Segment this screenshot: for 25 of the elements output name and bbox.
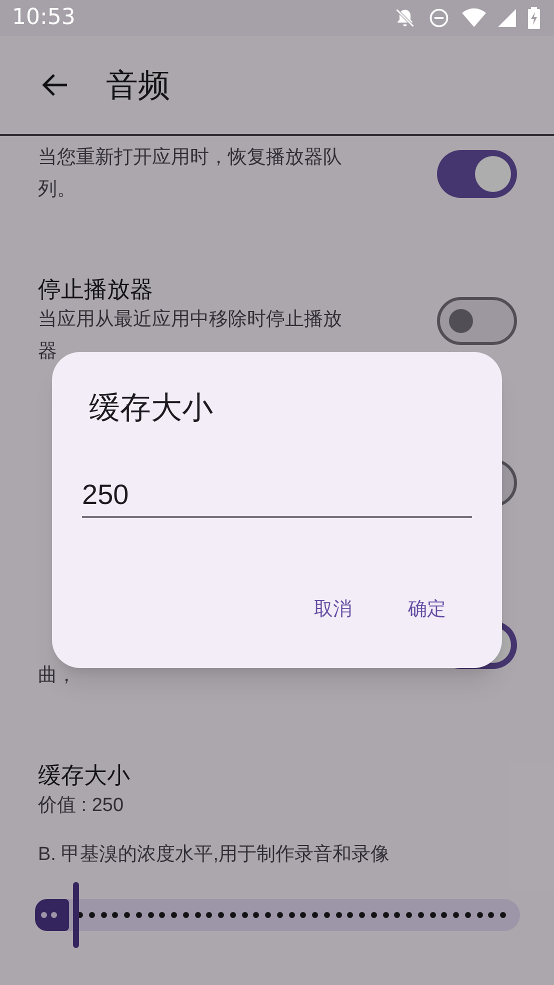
setting-summary: 价值 : 250 bbox=[38, 794, 125, 818]
setting-summary: 曲， bbox=[38, 664, 77, 688]
setting-summary: 列。 bbox=[38, 178, 77, 202]
battery-charging-icon bbox=[528, 7, 540, 29]
slider-handle[interactable] bbox=[72, 882, 79, 948]
setting-summary: 当应用从最近应用中移除时停止播放 bbox=[38, 308, 343, 332]
setting-summary: 器 bbox=[38, 340, 58, 364]
setting-title: 缓存大小 bbox=[38, 761, 131, 790]
do-not-disturb-icon bbox=[428, 7, 450, 29]
signal-icon bbox=[498, 9, 516, 27]
dialog-title: 缓存大小 bbox=[89, 389, 214, 427]
setting-summary: 当您重新打开应用时，恢复播放器队 bbox=[38, 146, 343, 170]
dialog-button[interactable]: 取消 bbox=[298, 590, 368, 630]
dialog-button[interactable]: 确定 bbox=[392, 590, 462, 630]
status-time: 10:53 bbox=[12, 7, 76, 29]
toggle-switch[interactable] bbox=[437, 150, 517, 198]
setting-title: 停止播放器 bbox=[38, 275, 154, 304]
notifications-off-icon bbox=[394, 7, 416, 29]
slider[interactable] bbox=[35, 899, 520, 931]
screen-title: 音频 bbox=[106, 66, 170, 105]
toggle-switch[interactable] bbox=[437, 297, 517, 345]
wifi-icon bbox=[462, 8, 486, 28]
slider-label: B. 甲基溴的浓度水平,用于制作录音和录像 bbox=[37, 843, 391, 867]
input-field[interactable]: 250 bbox=[82, 474, 472, 518]
back-arrow-icon[interactable] bbox=[42, 73, 68, 97]
